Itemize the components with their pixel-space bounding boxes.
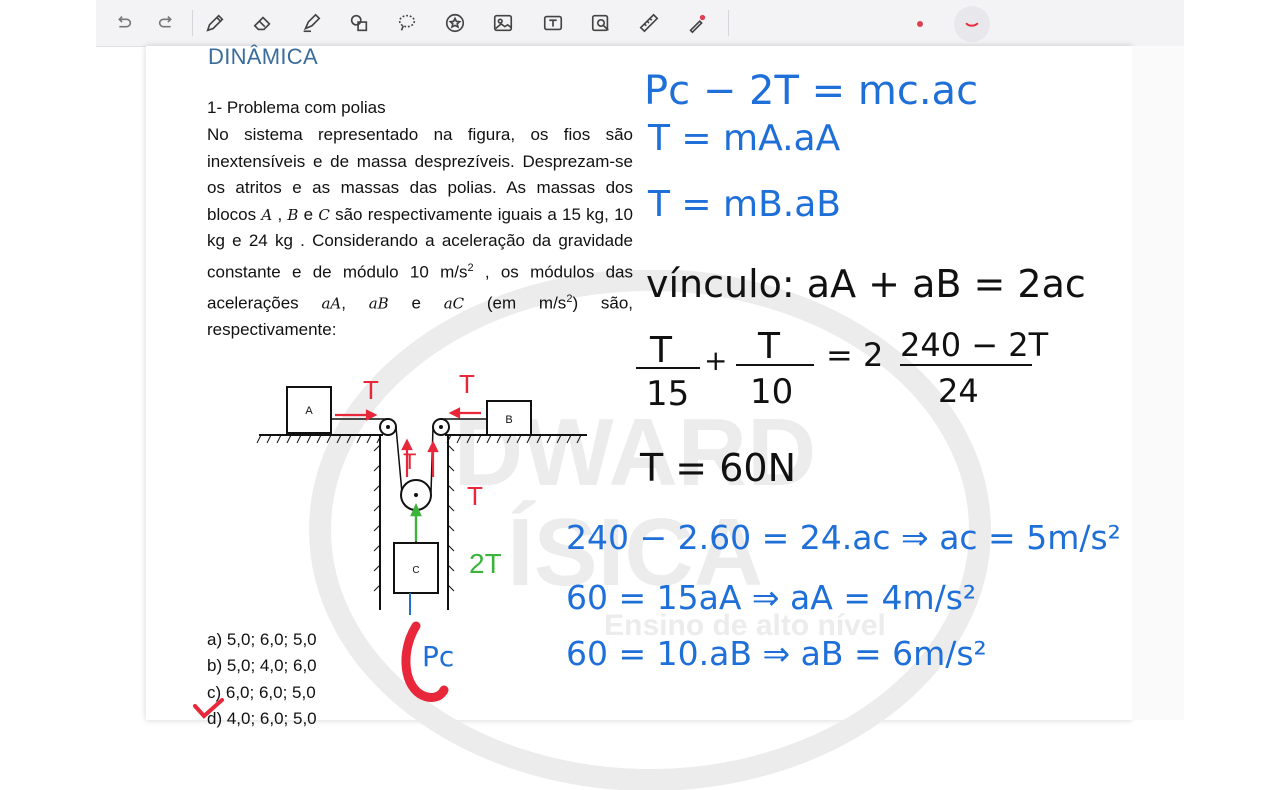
separator: e (298, 204, 319, 224)
toolbar-separator (192, 10, 193, 36)
fraction-3-numerator: 240 − 2T (900, 326, 1049, 364)
weight-pc-label: Pc (422, 640, 455, 673)
image-search-icon[interactable] (586, 8, 616, 38)
active-ink-icon[interactable] (954, 6, 990, 42)
record-indicator (917, 21, 923, 27)
var-aa: aA (321, 294, 342, 313)
separator: e (388, 293, 444, 313)
redo-icon[interactable] (152, 8, 182, 38)
var-b: B (287, 205, 299, 224)
acceleration-c-result: 240 − 2.60 = 24.ac ⇒ ac = 5m/s² (566, 518, 1121, 557)
option-a[interactable]: a) 5,0; 6,0; 5,0 (207, 630, 317, 650)
separator: , (341, 293, 369, 313)
laser-pointer-icon[interactable] (682, 8, 712, 38)
body-text: (em m/s (464, 293, 567, 313)
tension-label: T (403, 449, 416, 474)
fraction-2-denominator: 10 (750, 372, 794, 412)
fraction-1-numerator: T (650, 330, 672, 371)
lasso-icon[interactable] (392, 8, 422, 38)
block-a-label: A (305, 405, 313, 417)
eraser-icon[interactable] (248, 8, 278, 38)
separator: , (272, 204, 288, 224)
undo-icon[interactable] (108, 8, 138, 38)
equals-two: = 2 (826, 336, 884, 374)
toolbar-separator (728, 10, 729, 36)
var-a: A (261, 205, 273, 224)
acceleration-b-result: 60 = 10.aB ⇒ aB = 6m/s² (566, 634, 987, 673)
fraction-3-denominator: 24 (938, 372, 979, 410)
var-c: C (318, 205, 330, 224)
pulley-diagram: A B C T T T T 2T (256, 369, 587, 615)
var-ac: aC (443, 294, 465, 313)
block-b-label: B (505, 414, 512, 426)
equation-block-c: Pc − 2T = mc.ac (644, 68, 979, 114)
right-margin (1132, 46, 1184, 720)
fraction-1-bar (636, 367, 700, 369)
tension-label: T (363, 375, 379, 405)
problem-statement: No sistema representado na figura, os fi… (207, 122, 633, 344)
equation-block-a: T = mA.aA (648, 118, 841, 159)
acceleration-a-result: 60 = 15aA ⇒ aA = 4m/s² (566, 578, 977, 617)
fraction-2-numerator: T (758, 326, 780, 367)
var-ab: aB (368, 294, 389, 313)
tension-result: T = 60N (640, 446, 796, 490)
left-margin (0, 0, 96, 720)
option-b[interactable]: b) 5,0; 4,0; 6,0 (207, 656, 317, 676)
pen-icon[interactable] (200, 8, 230, 38)
image-icon[interactable] (488, 8, 518, 38)
sticker-icon[interactable] (440, 8, 470, 38)
fraction-3-bar (900, 364, 1032, 366)
fraction-1-denominator: 15 (646, 374, 690, 414)
block-c-label: C (412, 565, 419, 576)
equation-block-b: T = mB.aB (648, 184, 842, 225)
tension-label: T (459, 369, 475, 399)
highlighter-icon[interactable] (296, 8, 326, 38)
shapes-icon[interactable] (344, 8, 374, 38)
check-mark-icon (193, 698, 224, 719)
text-box-icon[interactable] (538, 8, 568, 38)
constraint-equation: vínculo: aA + aB = 2ac (646, 262, 1086, 306)
plus-sign: + (704, 344, 728, 377)
page-heading: DINÂMICA (208, 44, 318, 69)
fraction-2-bar (736, 364, 814, 366)
ruler-icon[interactable] (634, 8, 664, 38)
toolbar (96, 0, 1184, 47)
two-t-label: 2T (469, 548, 502, 579)
problem-title: 1- Problema com polias (207, 98, 386, 117)
tension-label: T (467, 481, 483, 511)
